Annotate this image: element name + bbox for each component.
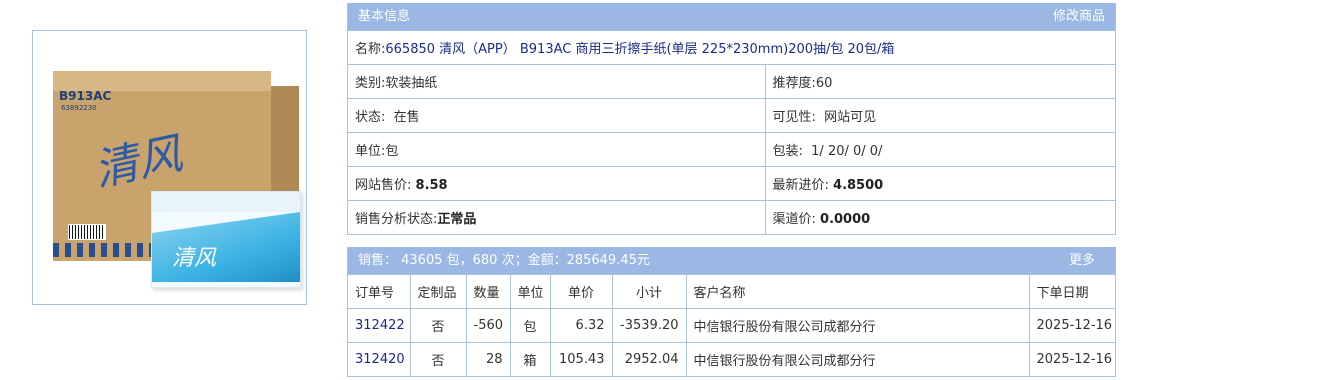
order-link[interactable]: 312422 — [348, 308, 411, 343]
unit-cell: 单位:包 — [348, 132, 766, 167]
sales-header: 销售： 43605 包，680 次；金额：285649.45元 更多 — [348, 247, 1115, 274]
price-value: 8.58 — [415, 178, 448, 193]
status-value: 在售 — [393, 110, 420, 125]
orders-header-row: 订单号 定制品 数量 单位 单价 小计 客户名称 下单日期 — [348, 274, 1115, 309]
price-cell: 105.43 — [549, 342, 613, 377]
orders-table: 订单号 定制品 数量 单位 单价 小计 客户名称 下单日期 312422 否 -… — [348, 274, 1115, 377]
info-row: 类别:软装抽纸 推荐度:60 — [348, 64, 1115, 99]
date-cell: 2025-12-16 — [1028, 308, 1115, 343]
info-row: 状态: 在售 可见性: 网站可见 — [348, 98, 1115, 133]
date-cell: 2025-12-16 — [1028, 342, 1115, 377]
name-value: 665850 清风（APP） B913AC 商用三折擦手纸(单层 225*230… — [385, 42, 895, 57]
basic-info-panel: 基本信息 修改商品 名称:665850 清风（APP） B913AC 商用三折擦… — [347, 3, 1116, 235]
channel-value: 0.0000 — [820, 212, 871, 227]
table-row: 312420 否 28 箱 105.43 2952.04 中信银行股份有限公司成… — [348, 342, 1115, 377]
info-row-name: 名称:665850 清风（APP） B913AC 商用三折擦手纸(单层 225*… — [348, 30, 1115, 65]
sales-summary: 销售： 43605 包，680 次；金额：285649.45元 — [358, 253, 650, 268]
unit-value: 包 — [385, 144, 399, 159]
carton-code: B913AC — [59, 89, 112, 103]
visibility-cell: 可见性: 网站可见 — [764, 98, 1115, 133]
unit-label: 单位: — [355, 144, 386, 159]
analysis-label: 销售分析状态: — [355, 212, 438, 227]
unit-cell: 包 — [509, 308, 551, 343]
qty-cell: -560 — [465, 308, 511, 343]
analysis-cell: 销售分析状态:正常品 — [348, 200, 766, 235]
col-header-qty: 数量 — [465, 274, 511, 309]
pack-brand-logo: 清风 — [172, 246, 217, 271]
status-cell: 状态: 在售 — [348, 98, 766, 133]
basic-info-table: 名称:665850 清风（APP） B913AC 商用三折擦手纸(单层 225*… — [348, 30, 1115, 235]
channel-cell: 渠道价: 0.0000 — [764, 200, 1115, 235]
category-value: 软装抽纸 — [385, 76, 438, 91]
price-label: 网站售价: — [355, 178, 412, 193]
cost-label: 最新进价: — [772, 178, 829, 193]
col-header-date: 下单日期 — [1028, 274, 1115, 309]
status-label: 状态: — [355, 110, 386, 125]
col-header-subtotal: 小计 — [611, 274, 687, 309]
table-row: 312422 否 -560 包 6.32 -3539.20 中信银行股份有限公司… — [348, 308, 1115, 343]
product-image[interactable]: B913AC 63892230 清风 清风 — [32, 30, 307, 305]
subtotal-cell: 2952.04 — [611, 342, 687, 377]
analysis-value: 正常品 — [437, 212, 477, 227]
package-label: 包装: — [772, 144, 803, 159]
col-header-custom: 定制品 — [409, 274, 467, 309]
customer-cell: 中信银行股份有限公司成都分行 — [685, 342, 1030, 377]
channel-label: 渠道价: — [772, 212, 816, 227]
customer-cell: 中信银行股份有限公司成都分行 — [685, 308, 1030, 343]
cost-value: 4.8500 — [833, 178, 884, 193]
cost-cell: 最新进价: 4.8500 — [764, 166, 1115, 201]
edit-product-link[interactable]: 修改商品 — [1053, 3, 1105, 30]
visibility-label: 可见性: — [772, 110, 816, 125]
name-cell: 名称:665850 清风（APP） B913AC 商用三折擦手纸(单层 225*… — [348, 30, 1115, 65]
visibility-value: 网站可见 — [824, 110, 877, 125]
recommend-value: 60 — [815, 76, 833, 91]
info-row: 单位:包 包装: 1/ 20/ 0/ 0/ — [348, 132, 1115, 167]
col-header-customer: 客户名称 — [685, 274, 1030, 309]
col-header-order: 订单号 — [348, 274, 411, 309]
qty-cell: 28 — [465, 342, 511, 377]
carton-subcode: 63892230 — [61, 104, 97, 112]
custom-cell: 否 — [409, 308, 467, 343]
name-label: 名称: — [355, 42, 386, 57]
custom-cell: 否 — [409, 342, 467, 377]
price-cell: 网站售价: 8.58 — [348, 166, 766, 201]
basic-info-title: 基本信息 — [358, 9, 411, 24]
package-cell: 包装: 1/ 20/ 0/ 0/ — [764, 132, 1115, 167]
category-label: 类别: — [355, 76, 386, 91]
price-cell: 6.32 — [549, 308, 613, 343]
sales-panel: 销售： 43605 包，680 次；金额：285649.45元 更多 订单号 定… — [347, 247, 1116, 377]
info-row: 销售分析状态:正常品 渠道价: 0.0000 — [348, 200, 1115, 235]
recommend-cell: 推荐度:60 — [764, 64, 1115, 99]
tissue-pack: 清风 — [151, 191, 301, 288]
package-value: 1/ 20/ 0/ 0/ — [811, 144, 883, 159]
col-header-unit: 单位 — [509, 274, 551, 309]
more-sales-link[interactable]: 更多 — [1069, 247, 1095, 274]
subtotal-cell: -3539.20 — [611, 308, 687, 343]
info-row: 网站售价: 8.58 最新进价: 4.8500 — [348, 166, 1115, 201]
order-link[interactable]: 312420 — [348, 342, 411, 377]
pack-top — [152, 192, 300, 212]
unit-cell: 箱 — [509, 342, 551, 377]
recommend-label: 推荐度: — [772, 76, 816, 91]
basic-info-header: 基本信息 修改商品 — [348, 3, 1115, 30]
barcode-icon — [68, 224, 106, 240]
col-header-price: 单价 — [549, 274, 613, 309]
category-cell: 类别:软装抽纸 — [348, 64, 766, 99]
